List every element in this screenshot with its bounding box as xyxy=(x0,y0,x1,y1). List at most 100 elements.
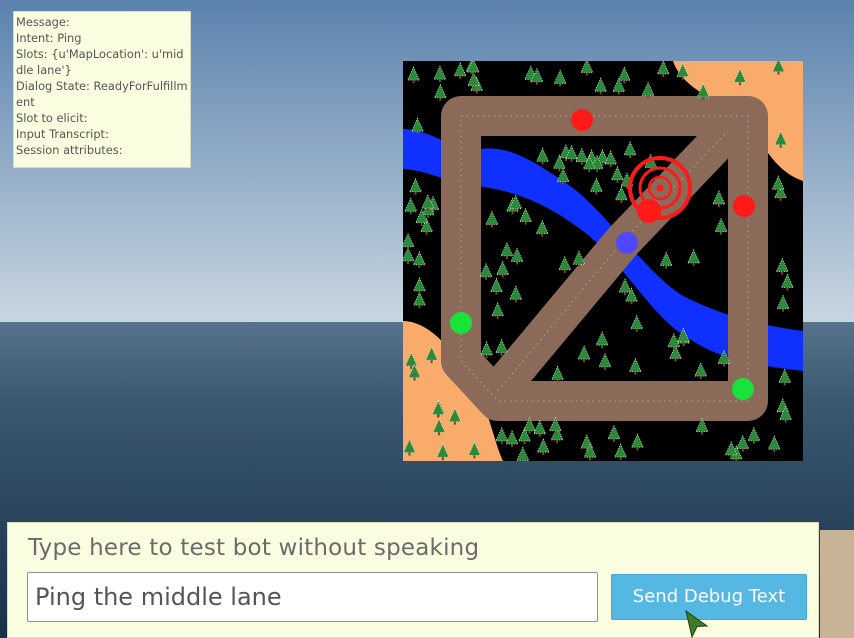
pine-tree-trunk xyxy=(741,448,744,452)
pine-tree-trunk xyxy=(585,72,588,76)
pine-tree-trunk xyxy=(629,155,632,159)
pine-tree-trunk xyxy=(495,291,498,295)
pine-tree-trunk xyxy=(418,264,421,268)
pine-tree-trunk xyxy=(407,246,410,250)
pine-tree-trunk xyxy=(414,191,417,195)
pine-tree-trunk xyxy=(425,231,428,235)
pine-tree-trunk xyxy=(485,354,488,358)
left-lane-green-marker xyxy=(450,312,472,334)
middle-lane-blue-marker xyxy=(616,232,638,254)
pine-tree-trunk xyxy=(524,221,527,225)
pine-tree-trunk xyxy=(588,169,591,173)
pine-tree-trunk xyxy=(784,419,787,423)
pine-tree-trunk xyxy=(730,454,733,458)
pine-tree-trunk xyxy=(672,346,675,350)
pine-tree-trunk xyxy=(595,191,598,195)
pine-tree-trunk xyxy=(682,341,685,345)
pine-tree-trunk xyxy=(738,82,741,86)
pine-tree-trunk xyxy=(779,197,782,201)
pine-tree-trunk xyxy=(409,211,412,215)
pine-tree-trunk xyxy=(556,379,559,383)
pine-tree-trunk xyxy=(413,377,416,381)
pine-tree-trunk xyxy=(516,261,519,265)
pine-tree-trunk xyxy=(441,457,444,461)
pine-tree-trunk xyxy=(528,430,531,434)
pine-tree-trunk xyxy=(541,161,544,165)
pine-tree-trunk xyxy=(500,441,503,445)
pine-tree-trunk xyxy=(720,231,723,235)
pine-tree-trunk xyxy=(511,444,514,448)
right-lane-red-marker xyxy=(733,195,755,217)
info-line: Input Transcript: xyxy=(16,127,109,141)
pine-tree-trunk xyxy=(514,299,517,303)
pine-tree-trunk xyxy=(410,365,413,369)
pine-tree-trunk xyxy=(752,440,755,444)
pine-tree-trunk xyxy=(490,224,493,228)
pine-tree-trunk xyxy=(635,328,638,332)
pine-tree-trunk xyxy=(786,287,789,291)
pine-tree-trunk xyxy=(485,276,488,280)
bot-info-panel: Message: Intent: Ping Slots: {u'MapLocatio… xyxy=(13,11,191,168)
pine-tree-trunk xyxy=(620,199,623,203)
pine-tree-trunk xyxy=(624,292,627,296)
pine-tree-trunk xyxy=(625,186,628,190)
pine-tree-trunk xyxy=(777,71,780,75)
pine-tree-trunk xyxy=(701,431,704,435)
pine-tree-trunk xyxy=(583,359,586,363)
pine-tree-trunk xyxy=(523,441,526,445)
debug-prompt-label: Type here to test bot without speaking xyxy=(28,535,480,561)
pine-tree-trunk xyxy=(674,358,677,362)
pine-tree-trunk xyxy=(407,260,410,264)
pine-tree-trunk xyxy=(556,439,559,443)
pine-tree-trunk xyxy=(427,214,430,218)
pine-tree-trunk xyxy=(511,211,514,215)
top-lane-red-marker xyxy=(571,109,593,131)
pine-tree-trunk xyxy=(418,305,421,309)
info-line: Intent: Ping xyxy=(16,31,82,45)
pine-tree-trunk xyxy=(647,95,650,99)
pine-tree-trunk xyxy=(430,360,433,364)
pine-tree-trunk xyxy=(699,376,702,380)
pine-tree-trunk xyxy=(616,179,619,183)
pine-tree-trunk xyxy=(475,90,478,94)
pine-tree-trunk xyxy=(559,83,562,87)
pine-tree-trunk xyxy=(501,274,504,278)
pine-tree-trunk xyxy=(535,81,538,85)
pine-tree-trunk xyxy=(617,91,620,95)
pine-tree-trunk xyxy=(692,262,695,266)
pine-tree-trunk xyxy=(619,457,622,461)
ping-target-icon xyxy=(628,156,692,220)
pine-tree-trunk xyxy=(416,131,419,135)
pine-tree-trunk xyxy=(472,85,475,89)
pine-tree-trunk xyxy=(603,366,606,370)
pine-tree-trunk xyxy=(558,168,561,172)
pine-tree-trunk xyxy=(589,457,592,461)
minimap[interactable] xyxy=(403,61,803,461)
send-debug-text-button[interactable]: Send Debug Text xyxy=(611,574,807,620)
debug-text-input[interactable] xyxy=(27,572,598,622)
pine-tree-trunk xyxy=(521,460,524,461)
pine-tree-trunk xyxy=(777,189,780,193)
pine-tree-trunk xyxy=(563,269,566,273)
pine-tree-trunk xyxy=(596,168,599,172)
pine-tree-trunk xyxy=(554,430,557,434)
pine-tree-trunk xyxy=(634,371,637,375)
pine-tree-trunk xyxy=(453,421,456,425)
pine-tree-trunk xyxy=(636,447,639,451)
pine-tree-trunk xyxy=(514,208,517,212)
pine-tree-trunk xyxy=(630,301,633,305)
pine-tree-trunk xyxy=(612,438,615,442)
pine-tree-trunk xyxy=(418,290,421,294)
pine-tree-trunk xyxy=(662,74,665,78)
pine-tree-trunk xyxy=(773,449,776,453)
pine-tree-trunk xyxy=(538,433,541,437)
pine-tree-trunk xyxy=(782,308,785,312)
pine-tree-trunk xyxy=(717,204,720,208)
pine-tree-trunk xyxy=(779,144,782,148)
pine-tree-trunk xyxy=(609,164,612,168)
info-line: Session attributes: xyxy=(16,143,123,157)
pine-tree-trunk xyxy=(665,265,668,269)
pine-tree-trunk xyxy=(408,452,411,456)
pine-tree-trunk xyxy=(702,97,705,101)
mouse-cursor-icon xyxy=(685,610,709,638)
